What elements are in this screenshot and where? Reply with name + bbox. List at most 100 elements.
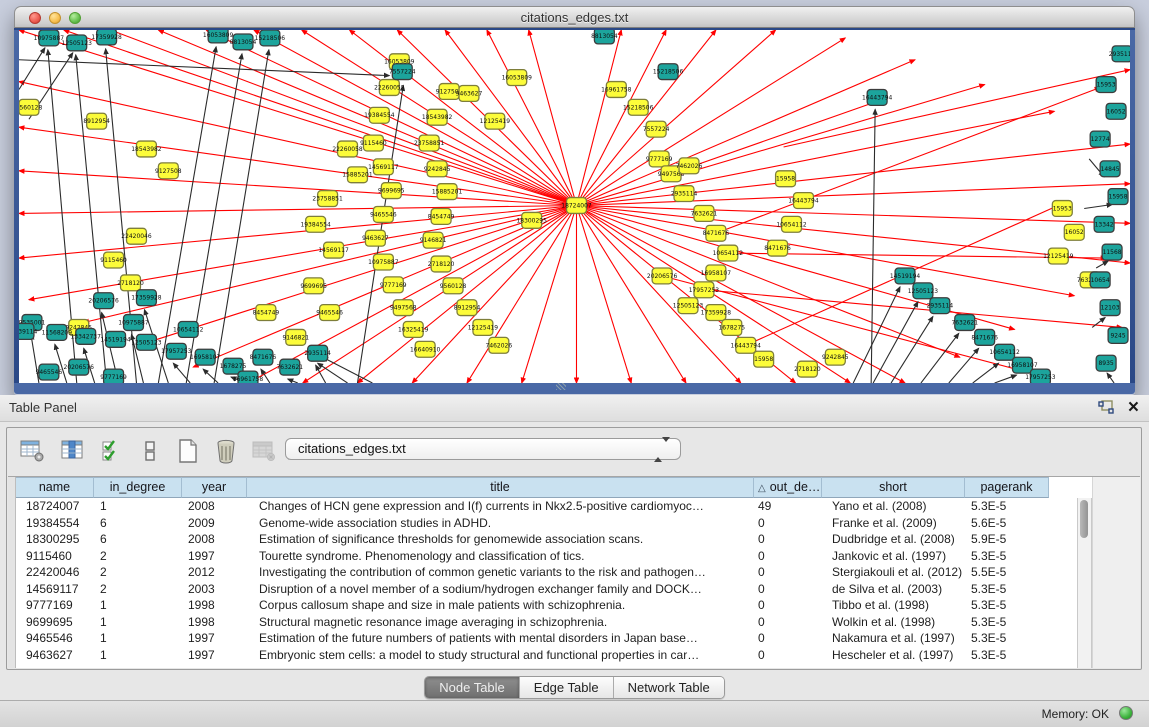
paper-node[interactable]: 9777169 (380, 277, 407, 293)
paper-node[interactable]: 22420046 (121, 228, 152, 244)
table-row[interactable]: 946362711997Embryonic stem cells: a mode… (16, 647, 1049, 664)
paper-node[interactable]: 8471676 (971, 329, 998, 345)
table-cell[interactable]: 22420046 (16, 564, 94, 581)
table-cell[interactable]: Embryonic stem cells: a model to study s… (247, 647, 754, 664)
paper-node[interactable]: 2935114 (927, 298, 954, 314)
paper-node[interactable]: 9242845 (424, 161, 451, 177)
paper-node[interactable]: 9115460 (360, 135, 387, 151)
table-row[interactable]: 1872400712008Changes of HCN gene express… (16, 498, 1049, 515)
paper-node[interactable]: 16053809 (502, 70, 533, 86)
citation-edge[interactable] (716, 88, 1100, 234)
paper-node[interactable]: 9560128 (440, 278, 467, 294)
table-cell[interactable]: 5.3E-5 (965, 647, 1049, 664)
table-cell[interactable]: 9465546 (16, 630, 94, 647)
citation-edge[interactable] (19, 48, 45, 90)
paper-node[interactable]: 12125419 (1043, 248, 1074, 264)
table-cell[interactable]: 1 (94, 630, 182, 647)
table-cell[interactable]: 6 (94, 531, 182, 548)
table-cell[interactable]: 2012 (182, 564, 247, 581)
citation-edge[interactable] (995, 375, 1017, 383)
table-cell[interactable]: 5.3E-5 (965, 630, 1049, 647)
table-cell[interactable]: Hescheler et al. (1997) (822, 647, 965, 664)
paper-node[interactable]: 15953 (1052, 201, 1072, 217)
table-cell[interactable]: Wolkin et al. (1998) (822, 614, 965, 631)
paper-node[interactable]: 14519194 (100, 331, 131, 347)
paper-node[interactable]: 14569117 (318, 242, 349, 258)
table-cell[interactable]: 9777169 (16, 597, 94, 614)
citation-edge[interactable] (576, 30, 666, 206)
table-cell[interactable]: 5.3E-5 (965, 597, 1049, 614)
paper-node[interactable]: 20206576 (647, 268, 678, 284)
paper-node[interactable]: 9497568 (390, 300, 417, 316)
table-settings-icon[interactable] (19, 438, 47, 466)
paper-node[interactable]: 10975887 (34, 30, 65, 46)
table-cell[interactable]: Jankovic et al. (1997) (822, 548, 965, 565)
citation-edge[interactable] (288, 379, 298, 383)
paper-node[interactable]: 9242845 (822, 349, 849, 365)
citation-edge[interactable] (973, 363, 999, 383)
paper-node[interactable]: 9465546 (316, 305, 343, 321)
table-cell[interactable]: 1997 (182, 630, 247, 647)
tab-network-table[interactable]: Network Table (614, 677, 724, 698)
table-cell[interactable]: 1998 (182, 614, 247, 631)
table-cell[interactable]: 18300295 (16, 531, 94, 548)
paper-node[interactable]: 17359928 (131, 290, 162, 306)
paper-node[interactable]: 2718120 (428, 256, 455, 272)
table-cell[interactable]: 6 (94, 515, 182, 532)
table-cell[interactable]: Tourette syndrome. Phenomenology and cla… (247, 548, 754, 565)
table-cell[interactable]: Changes of HCN gene expression and I(f) … (247, 498, 754, 515)
citation-edge[interactable] (19, 171, 576, 206)
paper-node[interactable]: 22260058 (332, 141, 363, 157)
float-window-icon[interactable] (1097, 400, 1115, 416)
paper-node[interactable]: 15958 (754, 351, 774, 367)
table-cell[interactable]: 5.5E-5 (965, 564, 1049, 581)
paper-node[interactable]: 14519194 (890, 268, 921, 284)
table-cell[interactable]: 0 (754, 581, 822, 598)
paper-node[interactable]: 20206576 (88, 293, 119, 309)
table-cell[interactable]: 1998 (182, 597, 247, 614)
citation-network-graph[interactable]: 1872400718300295912750818543982237588519… (19, 30, 1130, 383)
citation-edge[interactable] (522, 206, 577, 383)
table-cell[interactable]: 1 (94, 647, 182, 664)
paper-node[interactable]: 7632621 (951, 315, 978, 331)
table-cell[interactable]: 18724007 (16, 498, 94, 515)
citation-edge[interactable] (576, 30, 621, 206)
paper-node[interactable]: 12505123 (62, 35, 93, 51)
paper-node[interactable]: 10975887 (118, 315, 149, 331)
window-titlebar[interactable]: citations_edges.txt (14, 6, 1135, 28)
table-cell[interactable]: 0 (754, 647, 822, 664)
table-cell[interactable]: 9115460 (16, 548, 94, 565)
paper-node[interactable]: 9146821 (420, 232, 447, 248)
paper-node[interactable]: 17957253 (161, 343, 192, 359)
table-cell[interactable]: 14569117 (16, 581, 94, 598)
table-cell[interactable]: 5.3E-5 (965, 614, 1049, 631)
column-header-pagerank[interactable]: pagerank (965, 477, 1049, 498)
table-cell[interactable]: Franke et al. (2009) (822, 515, 965, 532)
table-cell[interactable]: Estimation of the future numbers of pati… (247, 630, 754, 647)
citation-edge[interactable] (576, 206, 905, 383)
citation-edge[interactable] (1084, 205, 1112, 209)
paper-node[interactable]: 16640910 (410, 341, 441, 357)
table-row[interactable]: 969969511998Structural magnetic resonanc… (16, 614, 1049, 631)
column-header-short[interactable]: short (822, 477, 965, 498)
paper-node[interactable]: 7557224 (643, 121, 670, 137)
citation-edge[interactable] (921, 333, 959, 383)
new-table-icon[interactable] (175, 438, 203, 466)
table-cell[interactable]: 1 (94, 597, 182, 614)
table-cell[interactable]: 5.3E-5 (965, 498, 1049, 515)
table-cell[interactable]: 19384554 (16, 515, 94, 532)
table-cell[interactable]: 9699695 (16, 614, 94, 631)
close-panel-icon[interactable]: × (1128, 396, 1139, 420)
table-cell[interactable]: 2 (94, 581, 182, 598)
paper-node[interactable]: 10654112 (173, 322, 204, 338)
citation-edge[interactable] (576, 184, 1130, 206)
table-cell[interactable]: 2003 (182, 581, 247, 598)
paper-node[interactable]: 9777169 (646, 151, 673, 167)
window-resize-handle[interactable] (556, 383, 566, 390)
table-cell[interactable]: Structural magnetic resonance image aver… (247, 614, 754, 631)
table-cell[interactable]: Stergiakouli et al. (2012) (822, 564, 965, 581)
table-cell[interactable]: 1 (94, 614, 182, 631)
paper-node[interactable]: 8912954 (454, 300, 481, 316)
table-cell[interactable]: 0 (754, 630, 822, 647)
paper-node[interactable]: 15958 (776, 171, 796, 187)
